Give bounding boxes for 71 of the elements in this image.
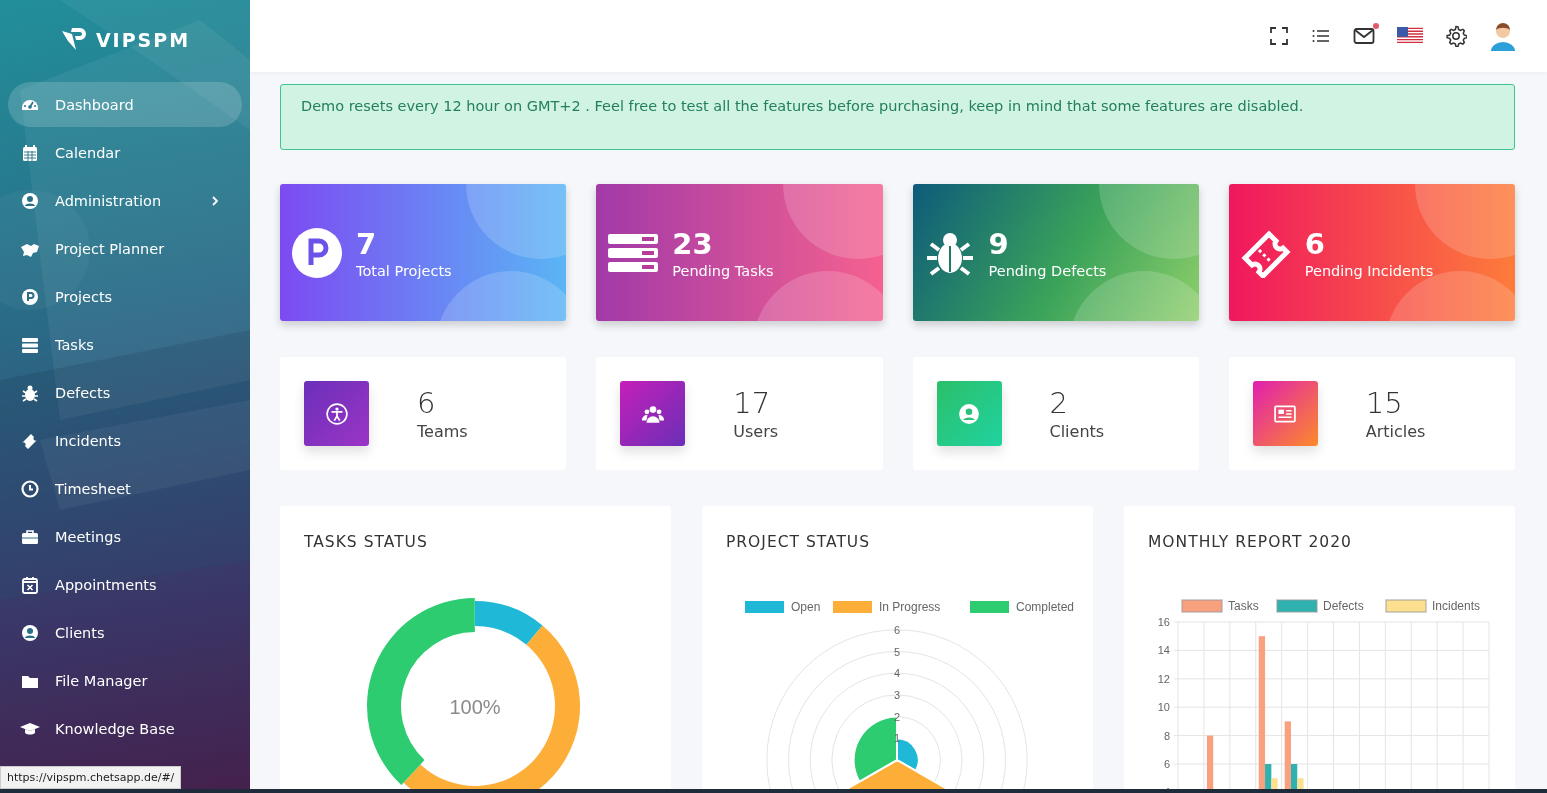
calendar-x-icon (20, 574, 40, 595)
user-icon (20, 622, 40, 643)
scale-label: 6 (893, 623, 901, 636)
sidebar-item[interactable]: Knowledge Base (8, 706, 242, 751)
legend-item[interactable]: In Progress (833, 600, 941, 614)
stat-card[interactable]: 23 Pending Tasks (596, 184, 883, 321)
sidebar-item[interactable]: File Manager (8, 658, 242, 703)
clock-icon (20, 478, 40, 499)
axis-tick: 14 (1157, 644, 1170, 657)
sidebar-item[interactable]: Project Planner (8, 226, 242, 271)
sidebar-item[interactable]: Tasks (8, 322, 242, 367)
sidebar-item[interactable]: Incidents (8, 418, 242, 463)
sidebar-item[interactable]: Defects (8, 370, 242, 415)
demo-notice: Demo resets every 12 hour on GMT+2 . Feel free to test all the features before purchasing, keep in mind that some features are disabled. (280, 84, 1515, 150)
stat-label: Pending Incidents (1304, 262, 1434, 279)
stat-label: Pending Tasks (672, 262, 774, 279)
settings-icon[interactable] (1445, 25, 1467, 47)
center-percentage: 100% (449, 696, 501, 718)
stat-card[interactable]: 7 Total Projects (280, 184, 567, 321)
legend-label: Incidents (1432, 599, 1481, 613)
fullscreen-icon[interactable] (1269, 26, 1289, 46)
sidebar-item[interactable]: Clients (8, 610, 242, 655)
card-title: MONTHLY REPORT 2020 (1147, 532, 1353, 553)
counter-label: Clients (1049, 422, 1105, 441)
sidebar-item[interactable]: Meetings (8, 514, 242, 559)
user-icon (20, 190, 40, 211)
legend-label: Defects (1323, 599, 1364, 613)
counter-label: Teams (417, 422, 468, 441)
axis-tick: 12 (1157, 672, 1170, 685)
flag-icon[interactable] (1397, 27, 1423, 45)
scale-label: 4 (893, 667, 901, 680)
p-circle-icon (20, 286, 40, 307)
legend-item[interactable]: Open (745, 600, 821, 614)
counter-value: 15 (1365, 386, 1404, 420)
sidebar-item[interactable]: Dashboard (8, 82, 242, 127)
counter-value: 2 (1049, 386, 1069, 420)
status-url: https://vipspm.chetsapp.de/#/ (0, 766, 182, 789)
sidebar-item[interactable]: Appointments (8, 562, 242, 607)
stat-value: 6 (1304, 226, 1326, 261)
brand-name: VIPSPM (95, 29, 191, 51)
stat-label: Total Projects (356, 262, 452, 279)
stat-card[interactable]: 6 Pending Incidents (1228, 184, 1515, 321)
axis-tick: 10 (1157, 701, 1170, 714)
sidebar-item[interactable]: Calendar (8, 130, 242, 175)
card-title: TASKS STATUS (303, 532, 429, 553)
counter-value: 17 (733, 386, 772, 420)
scale-label: 5 (893, 645, 901, 658)
card-title: PROJECT STATUS (725, 532, 872, 553)
stat-value: 23 (672, 226, 714, 261)
sidebar-item[interactable]: Administration (8, 178, 242, 223)
axis-tick: 6 (1163, 758, 1170, 770)
legend-item[interactable]: Incidents (1385, 599, 1481, 613)
avatar-icon[interactable] (1489, 21, 1517, 51)
stat-label: Pending Defects (988, 262, 1107, 279)
stat-card[interactable]: 9 Pending Defects (912, 184, 1199, 321)
sidebar-item[interactable]: Timesheet (8, 466, 242, 511)
stat-value: 9 (988, 226, 1010, 261)
legend-item[interactable]: Defects (1276, 599, 1364, 613)
legend-label: Tasks (1228, 599, 1259, 613)
scale-label: 2 (893, 710, 901, 723)
counter-value: 6 (417, 386, 437, 420)
axis-tick: 16 (1157, 616, 1170, 628)
legend-item[interactable]: Completed (970, 600, 1075, 614)
counter-label: Users (733, 422, 779, 441)
axis-tick: 8 (1163, 729, 1170, 742)
counter-label: Articles (1365, 422, 1426, 441)
scale-label: 1 (893, 732, 901, 745)
scale-label: 3 (893, 688, 901, 701)
stat-value: 7 (356, 226, 378, 261)
sidebar-item[interactable]: Projects (8, 274, 242, 319)
calendar-icon (20, 142, 40, 163)
